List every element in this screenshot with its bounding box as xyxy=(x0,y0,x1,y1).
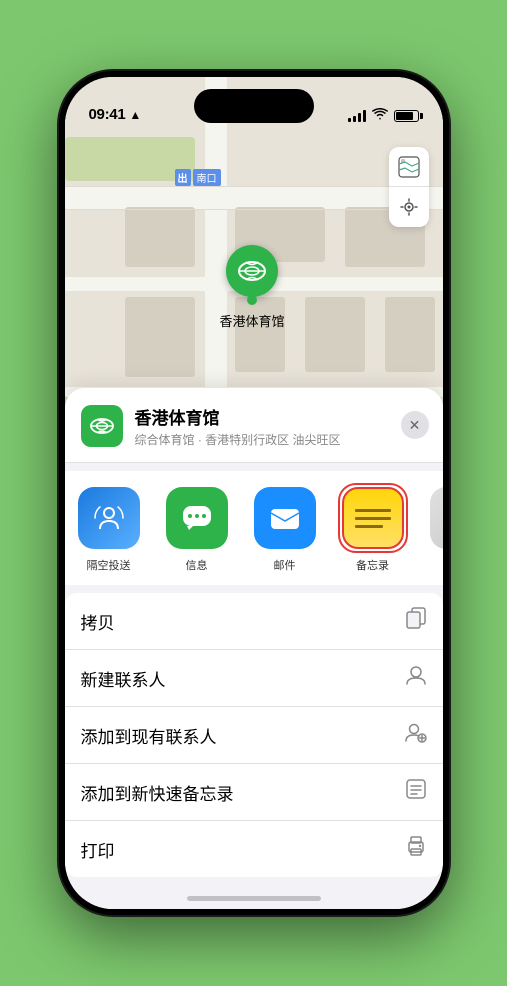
notes-lines xyxy=(355,509,391,528)
action-add-existing-contact[interactable]: 添加到现有联系人 xyxy=(65,707,443,764)
location-info: 香港体育馆 综合体育馆 · 香港特别行政区 油尖旺区 xyxy=(135,404,427,448)
action-add-quick-note-label: 添加到新快速备忘录 xyxy=(81,780,234,805)
map-type-button[interactable] xyxy=(389,147,429,187)
stadium-pin: 香港体育馆 xyxy=(220,245,285,330)
quick-note-icon xyxy=(405,778,427,806)
location-name: 香港体育馆 xyxy=(135,404,427,429)
map-nankou-label: 南口 xyxy=(193,169,221,186)
location-button[interactable] xyxy=(389,187,429,227)
new-contact-icon xyxy=(405,664,427,692)
home-indicator-area xyxy=(65,877,443,909)
more-icon xyxy=(430,487,443,549)
notes-icon-wrapper xyxy=(342,487,404,549)
action-copy[interactable]: 拷贝 xyxy=(65,593,443,650)
location-header: 香港体育馆 综合体育馆 · 香港特别行政区 油尖旺区 ✕ xyxy=(65,388,443,463)
mail-label: 邮件 xyxy=(274,557,296,573)
home-indicator xyxy=(187,896,321,901)
share-airdrop[interactable]: 隔空投送 xyxy=(65,487,153,573)
location-address: 综合体育馆 · 香港特别行政区 油尖旺区 xyxy=(135,431,427,448)
close-button[interactable]: ✕ xyxy=(401,411,429,439)
action-add-quick-note[interactable]: 添加到新快速备忘录 xyxy=(65,764,443,821)
location-venue-icon xyxy=(81,405,123,447)
action-copy-label: 拷贝 xyxy=(81,609,115,634)
status-time: 09:41 xyxy=(89,106,126,123)
close-icon: ✕ xyxy=(409,417,421,434)
pin-label: 香港体育馆 xyxy=(220,311,285,330)
notes-label: 备忘录 xyxy=(356,557,389,573)
share-row: 隔空投送 信息 xyxy=(65,471,443,585)
action-print[interactable]: 打印 xyxy=(65,821,443,877)
dynamic-island xyxy=(194,89,314,123)
share-mail[interactable]: 邮件 xyxy=(241,487,329,573)
airdrop-icon xyxy=(78,487,140,549)
print-icon xyxy=(405,835,427,863)
location-arrow-icon: ▲ xyxy=(129,108,141,122)
signal-bars-icon xyxy=(348,110,366,122)
pin-circle xyxy=(226,245,278,297)
share-notes[interactable]: 备忘录 xyxy=(329,487,417,573)
messages-label: 信息 xyxy=(186,557,208,573)
map-exit-badge: 出 xyxy=(175,169,191,186)
share-messages[interactable]: 信息 xyxy=(153,487,241,573)
share-more[interactable]: 推 xyxy=(417,487,443,573)
action-add-existing-label: 添加到现有联系人 xyxy=(81,723,217,748)
phone-frame: 09:41 ▲ xyxy=(59,71,449,915)
messages-icon xyxy=(166,487,228,549)
phone-screen: 09:41 ▲ xyxy=(65,77,443,909)
airdrop-label: 隔空投送 xyxy=(87,557,131,573)
mail-icon xyxy=(254,487,316,549)
status-icons xyxy=(348,108,419,123)
map-controls xyxy=(389,147,429,227)
notes-icon xyxy=(342,487,404,549)
action-list: 拷贝 新建联系人 xyxy=(65,593,443,877)
map-exit-label: 出 南口 xyxy=(175,169,221,186)
wifi-icon xyxy=(372,108,388,123)
add-contact-icon xyxy=(405,721,427,749)
action-print-label: 打印 xyxy=(81,837,115,862)
action-new-contact[interactable]: 新建联系人 xyxy=(65,650,443,707)
bottom-sheet: 香港体育馆 综合体育馆 · 香港特别行政区 油尖旺区 ✕ xyxy=(65,388,443,909)
battery-icon xyxy=(394,110,419,122)
action-new-contact-label: 新建联系人 xyxy=(81,666,166,691)
copy-icon xyxy=(405,607,427,635)
